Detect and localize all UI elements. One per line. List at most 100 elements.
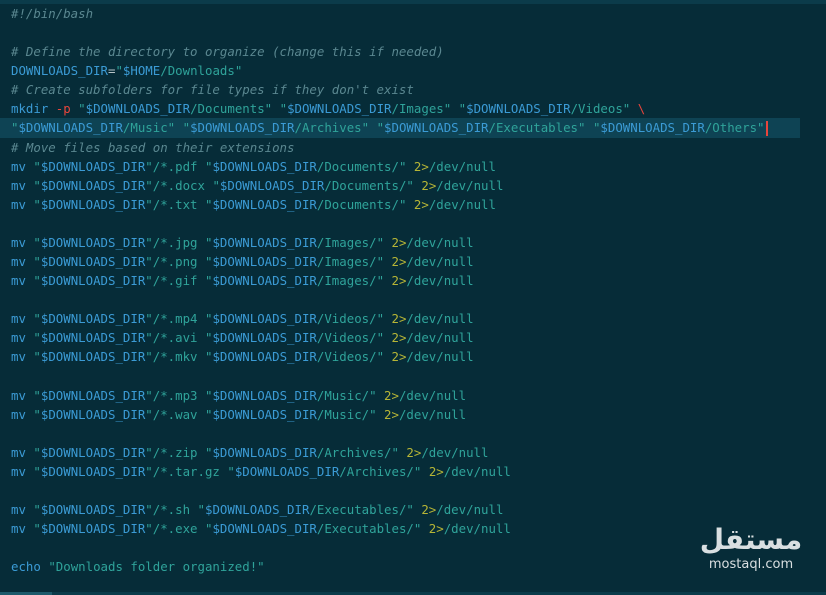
code-token-string: /Executables/" xyxy=(316,521,422,537)
code-token-redirect: 2> xyxy=(413,158,429,174)
code-token-var: $DOWNLOADS_DIR xyxy=(205,502,310,518)
code-line[interactable]: mv "$DOWNLOADS_DIR"/*.gif "$DOWNLOADS_DI… xyxy=(11,271,826,290)
code-token-string: "/*.mkv xyxy=(145,349,198,365)
code-line[interactable]: mv "$DOWNLOADS_DIR"/*.sh "$DOWNLOADS_DIR… xyxy=(11,500,826,519)
code-line[interactable]: mv "$DOWNLOADS_DIR"/*.wav "$DOWNLOADS_DI… xyxy=(11,405,826,424)
code-line[interactable]: # Define the directory to organize (chan… xyxy=(11,42,826,61)
code-token-redirect: 2> xyxy=(391,273,407,289)
code-token-cmd: mv xyxy=(11,158,26,174)
code-token-string: "/*.txt xyxy=(145,196,198,212)
code-line[interactable]: mkdir -p "$DOWNLOADS_DIR/Documents" "$DO… xyxy=(11,99,826,118)
code-line[interactable]: #!/bin/bash xyxy=(11,4,826,23)
mostaql-watermark: مستقل mostaql.com xyxy=(696,523,806,583)
code-token-var: $DOWNLOADS_DIR xyxy=(212,234,317,250)
code-token-string: /Videos/" xyxy=(316,311,385,327)
code-token-cmd: mv xyxy=(11,521,26,537)
code-token-string: "/*.tar.gz xyxy=(145,463,220,479)
code-token-string: /Archives/" xyxy=(339,463,422,479)
code-token-string: /dev/null xyxy=(398,406,467,422)
code-token-var: $DOWNLOADS_DIR xyxy=(212,158,317,174)
code-token-string: " xyxy=(33,196,41,212)
code-token-string: " xyxy=(227,463,235,479)
code-token-string: /Videos/" xyxy=(316,349,385,365)
code-token-var: $DOWNLOADS_DIR xyxy=(212,349,317,365)
code-line[interactable] xyxy=(11,290,826,309)
code-line[interactable]: mv "$DOWNLOADS_DIR"/*.mp3 "$DOWNLOADS_DI… xyxy=(11,386,826,405)
code-line[interactable]: mv "$DOWNLOADS_DIR"/*.docx "$DOWNLOADS_D… xyxy=(11,176,826,195)
code-token-string: /dev/null xyxy=(406,349,474,365)
code-token-string: /Images/" xyxy=(316,254,385,270)
code-token-var: $DOWNLOADS_DIR xyxy=(40,502,146,518)
code-token-var: $DOWNLOADS_DIR xyxy=(40,330,146,346)
mostaql-logo: مستقل xyxy=(699,523,803,556)
code-line[interactable]: mv "$DOWNLOADS_DIR"/*.pdf "$DOWNLOADS_DI… xyxy=(11,157,826,176)
code-line[interactable] xyxy=(11,366,826,385)
code-token-redirect: 2> xyxy=(391,349,407,365)
code-token-var: $DOWNLOADS_DIR xyxy=(234,463,340,479)
code-token-string: /Music/" xyxy=(316,387,377,403)
code-token-string: "/*.mp4 xyxy=(145,311,198,327)
code-line[interactable]: mv "$DOWNLOADS_DIR"/*.zip "$DOWNLOADS_DI… xyxy=(11,443,826,462)
code-token-string: " xyxy=(33,330,41,346)
code-line[interactable]: # Move files based on their extensions xyxy=(11,138,826,157)
code-line[interactable] xyxy=(11,424,826,443)
code-line[interactable]: DOWNLOADS_DIR="$HOME/Downloads" xyxy=(11,61,826,80)
code-token-string: " xyxy=(376,120,385,136)
code-line[interactable] xyxy=(11,481,826,500)
code-token-string: "/*.avi xyxy=(145,330,198,346)
code-token-string: /Executables" xyxy=(488,120,586,136)
code-token-string: "/*.pdf xyxy=(145,158,198,174)
code-token-string: /dev/null xyxy=(406,273,474,289)
code-line[interactable]: mv "$DOWNLOADS_DIR"/*.mp4 "$DOWNLOADS_DI… xyxy=(11,309,826,328)
code-token-var: $DOWNLOADS_DIR xyxy=(212,521,317,537)
code-token-var: $DOWNLOADS_DIR xyxy=(384,120,489,136)
code-token-var: $DOWNLOADS_DIR xyxy=(40,444,146,460)
code-token-string: " xyxy=(115,63,123,79)
code-token-string: " xyxy=(33,406,41,422)
code-token-var: $DOWNLOADS_DIR xyxy=(85,101,191,117)
code-line[interactable] xyxy=(11,214,826,233)
code-editor[interactable]: #!/bin/bash # Define the directory to org… xyxy=(0,4,826,595)
code-token-string: /Images" xyxy=(391,101,452,117)
code-line-active[interactable]: "$DOWNLOADS_DIR/Music" "$DOWNLOADS_DIR/A… xyxy=(0,118,800,138)
code-line[interactable]: mv "$DOWNLOADS_DIR"/*.tar.gz "$DOWNLOADS… xyxy=(11,462,826,481)
code-token-var: $DOWNLOADS_DIR xyxy=(40,463,146,479)
code-token-cmd: mv xyxy=(11,502,26,518)
code-token-var: $DOWNLOADS_DIR xyxy=(212,330,317,346)
code-line[interactable]: mv "$DOWNLOADS_DIR"/*.avi "$DOWNLOADS_DI… xyxy=(11,328,826,347)
code-token-string: " xyxy=(78,101,86,117)
code-token-string: "/*.gif xyxy=(145,273,198,289)
code-token-string: /dev/null xyxy=(398,387,467,403)
code-token-string: "/*.exe xyxy=(145,521,198,537)
code-token-var: $HOME xyxy=(122,63,161,79)
code-line[interactable]: mv "$DOWNLOADS_DIR"/*.jpg "$DOWNLOADS_DI… xyxy=(11,233,826,252)
code-token-cmd: mv xyxy=(11,330,26,346)
code-line[interactable]: mv "$DOWNLOADS_DIR"/*.png "$DOWNLOADS_DI… xyxy=(11,252,826,271)
code-line[interactable]: mv "$DOWNLOADS_DIR"/*.mkv "$DOWNLOADS_DI… xyxy=(11,347,826,366)
code-token-string: /Executables/" xyxy=(309,502,414,518)
code-token-var: $DOWNLOADS_DIR xyxy=(40,387,146,403)
code-token-string: " xyxy=(33,273,41,289)
code-token-var: $DOWNLOADS_DIR xyxy=(18,120,123,136)
code-token-string: /Videos/" xyxy=(316,330,385,346)
code-line[interactable]: # Create subfolders for file types if th… xyxy=(11,80,826,99)
code-line[interactable]: mv "$DOWNLOADS_DIR"/*.txt "$DOWNLOADS_DI… xyxy=(11,195,826,214)
code-token-string: "/*.png xyxy=(145,254,198,270)
code-token-var: $DOWNLOADS_DIR xyxy=(40,254,146,270)
code-token-comment: # Move files based on their extensions xyxy=(11,139,295,155)
code-line[interactable] xyxy=(11,23,826,42)
code-token-string: " xyxy=(212,177,220,193)
